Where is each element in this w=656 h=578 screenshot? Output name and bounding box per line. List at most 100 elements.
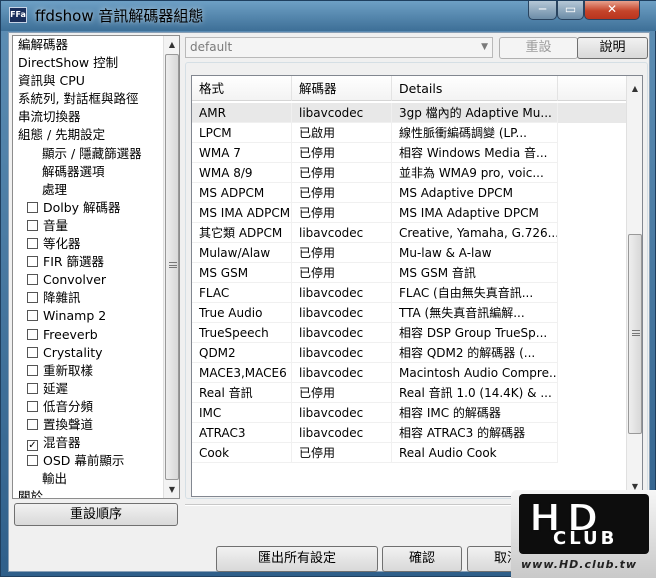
decoder-cell[interactable]: 已停用 (292, 183, 392, 203)
decoder-cell[interactable]: 已停用 (292, 383, 392, 403)
table-row[interactable]: MS GSM 已停用 MS GSM 音訊 (192, 263, 626, 283)
checkbox[interactable] (27, 346, 38, 358)
decoder-cell[interactable]: libavcodec (292, 283, 392, 303)
settings-tree[interactable]: 編解碼器 DirectShow 控制 資訊與 CPU 系統列, 對話框與路徑 串流切換器… (12, 35, 180, 499)
tree-item[interactable]: 關於 (13, 488, 163, 498)
table-row[interactable]: FLAC libavcodec FLAC (自由無失真音訊... (192, 283, 626, 303)
minimize-button[interactable]: ─ (528, 1, 557, 20)
tree-item[interactable]: Freeverb (13, 326, 163, 344)
tree-item[interactable]: 重新取樣 (13, 362, 163, 380)
decoder-cell[interactable]: 已啟用 (292, 123, 392, 143)
tree-item[interactable]: 置換聲道 (13, 416, 163, 434)
tree-scroll-thumb[interactable] (165, 54, 179, 480)
table-row[interactable]: ATRAC3 libavcodec 相容 ATRAC3 的解碼器 (192, 423, 626, 443)
checked-checkbox[interactable]: ✓ (27, 440, 38, 452)
checkbox[interactable] (27, 382, 38, 394)
decoder-cell[interactable]: 已停用 (292, 163, 392, 183)
table-row[interactable]: IMC libavcodec 相容 IMC 的解碼器 (192, 403, 626, 423)
decoder-cell[interactable]: libavcodec (292, 303, 392, 323)
tree-item[interactable]: 資訊與 CPU (13, 72, 163, 90)
table-row[interactable]: TrueSpeech libavcodec 相容 DSP Group TrueSp.… (192, 323, 626, 343)
reset-button[interactable]: 重設 (499, 37, 578, 59)
tree-item[interactable]: Winamp 2 (13, 307, 163, 325)
preset-select[interactable]: default ▼ (185, 37, 493, 58)
tree-item[interactable]: 編解碼器 (13, 36, 163, 54)
decoder-cell[interactable]: libavcodec (292, 423, 392, 443)
tree-item[interactable]: OSD 幕前顯示 (13, 452, 163, 470)
tree-item[interactable]: FIR 篩選器 (13, 253, 163, 271)
decoder-cell[interactable]: libavcodec (292, 403, 392, 423)
decoder-cell[interactable]: 已停用 (292, 443, 392, 463)
checkbox[interactable] (27, 256, 38, 268)
decoder-cell[interactable]: libavcodec (292, 363, 392, 383)
checkbox[interactable] (27, 238, 38, 250)
decoder-cell[interactable]: libavcodec (292, 343, 392, 363)
decoder-cell[interactable]: 已停用 (292, 143, 392, 163)
explain-button[interactable]: 說明 (577, 37, 648, 59)
ok-button[interactable]: 確認 (382, 546, 462, 572)
decoder-cell[interactable]: libavcodec (292, 103, 392, 123)
table-row[interactable]: MS ADPCM 已停用 MS Adaptive DPCM (192, 183, 626, 203)
checkbox[interactable] (27, 219, 38, 231)
checkbox[interactable] (27, 418, 38, 430)
table-row[interactable]: 其它類 ADPCM libavcodec Creative, Yamaha, G.7… (192, 223, 626, 243)
checkbox[interactable] (27, 274, 38, 286)
table-row[interactable]: QDM2 libavcodec 相容 QDM2 的解碼器 (... (192, 343, 626, 363)
maximize-button[interactable]: ▭ (557, 1, 584, 20)
table-row[interactable]: AMR libavcodec 3gp 檔內的 Adaptive Mu... (192, 103, 626, 123)
tree-item-label: Freeverb (43, 326, 98, 342)
reset-order-button[interactable]: 重設順序 (14, 503, 178, 526)
codec-list-scrollbar[interactable]: ▲ ▼ (626, 76, 642, 496)
checkbox[interactable] (27, 201, 38, 213)
checkbox[interactable] (27, 455, 38, 467)
column-header-decoder[interactable]: 解碼器 (292, 76, 392, 101)
tree-item[interactable]: 系統列, 對話框與路徑 (13, 90, 163, 108)
export-all-settings-button[interactable]: 匯出所有設定 (216, 546, 378, 572)
checkbox[interactable] (27, 400, 38, 412)
tree-item[interactable]: Crystality (13, 344, 163, 362)
title-bar[interactable]: FFa ffdshow 音訊解碼器組態 ─ ▭ ✕ (1, 1, 656, 31)
table-row[interactable]: True Audio libavcodec TTA (無失真音訊編解... (192, 303, 626, 323)
scroll-down-arrow-icon[interactable]: ▼ (164, 481, 179, 498)
tree-item[interactable]: 解碼器選項 (13, 163, 163, 181)
tree-item[interactable]: 延遲 (13, 380, 163, 398)
tree-item[interactable]: 降雜訊 (13, 289, 163, 307)
tree-item[interactable]: ✓ 混音器 (13, 434, 163, 452)
decoder-cell[interactable]: libavcodec (292, 323, 392, 343)
checkbox[interactable] (27, 328, 38, 340)
table-row[interactable]: MACE3,MACE6 libavcodec Macintosh Audio Com… (192, 363, 626, 383)
table-row[interactable]: Mulaw/Alaw 已停用 Mu-law & A-law (192, 243, 626, 263)
tree-item[interactable]: 音量 (13, 217, 163, 235)
tree-item[interactable]: 處理 (13, 181, 163, 199)
column-header-format[interactable]: 格式 (192, 76, 292, 101)
table-row[interactable]: MS IMA ADPCM 已停用 MS IMA Adaptive DPCM (192, 203, 626, 223)
checkbox[interactable] (27, 310, 38, 322)
tree-item[interactable]: DirectShow 控制 (13, 54, 163, 72)
checkbox[interactable] (27, 364, 38, 376)
codec-scroll-thumb[interactable] (628, 234, 642, 434)
tree-item[interactable]: 低音分頻 (13, 398, 163, 416)
tree-item[interactable]: 輸出 (13, 470, 163, 488)
scroll-up-arrow-icon[interactable]: ▲ (627, 80, 642, 97)
decoder-cell[interactable]: 已停用 (292, 243, 392, 263)
tree-item[interactable]: 串流切換器 (13, 108, 163, 126)
scroll-up-arrow-icon[interactable]: ▲ (164, 36, 179, 53)
decoder-cell[interactable]: 已停用 (292, 203, 392, 223)
column-header-details[interactable]: Details (392, 76, 558, 101)
checkbox[interactable] (27, 292, 38, 304)
tree-scrollbar[interactable]: ▲ ▼ (163, 36, 179, 498)
tree-item[interactable]: 顯示 / 隱藏篩選器 (13, 145, 163, 163)
table-row[interactable]: Cook 已停用 Real Audio Cook (192, 443, 626, 463)
tree-item[interactable]: 組態 / 先期設定 (13, 126, 163, 144)
table-row[interactable]: Real 音訊 已停用 Real 音訊 1.0 (14.4K) & ... (192, 383, 626, 403)
tree-item[interactable]: 等化器 (13, 235, 163, 253)
tree-item[interactable]: Convolver (13, 271, 163, 289)
table-row[interactable]: WMA 7 已停用 相容 Windows Media 音... (192, 143, 626, 163)
close-button[interactable]: ✕ (584, 1, 640, 20)
decoder-cell[interactable]: libavcodec (292, 223, 392, 243)
codec-list[interactable]: 格式 解碼器 Details AMR libavcodec 3gp 檔內的 Adap… (191, 75, 643, 497)
tree-item[interactable]: Dolby 解碼器 (13, 199, 163, 217)
table-row[interactable]: WMA 8/9 已停用 並非為 WMA9 pro, voic... (192, 163, 626, 183)
decoder-cell[interactable]: 已停用 (292, 263, 392, 283)
table-row[interactable]: LPCM 已啟用 線性脈衝編碼調變 (LP... (192, 123, 626, 143)
